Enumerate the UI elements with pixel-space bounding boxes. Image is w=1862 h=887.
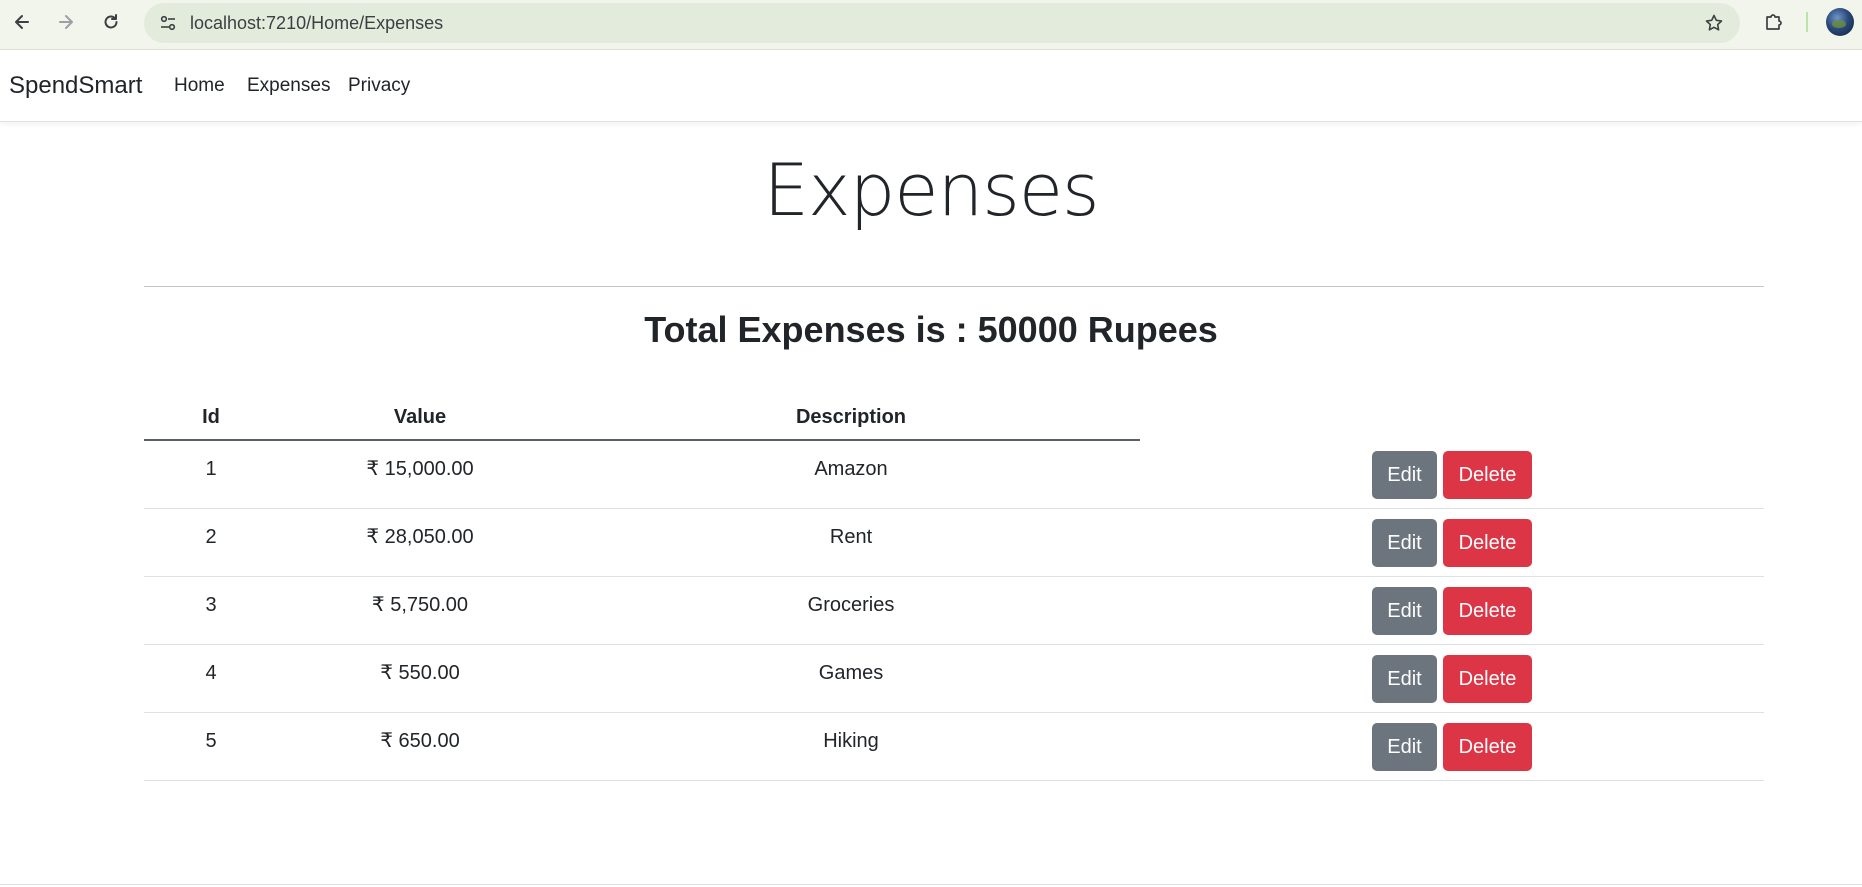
total-expenses-heading: Total Expenses is : 50000 Rupees <box>644 309 1218 350</box>
table-row: 3 ₹ 5,750.00 Groceries Edit Delete <box>144 577 1764 645</box>
column-header-description: Description <box>795 406 907 428</box>
row-description: Rent <box>829 526 873 548</box>
row-value: ₹ 650.00 <box>380 730 460 752</box>
row-value: ₹ 15,000.00 <box>366 458 474 480</box>
table-row: 2 ₹ 28,050.00 Rent Edit Delete <box>144 509 1764 577</box>
table-row: 1 ₹ 15,000.00 Amazon Edit Delete <box>144 441 1764 509</box>
column-header-id: Id <box>202 406 220 428</box>
row-id: 4 <box>205 662 217 684</box>
brand-link[interactable]: SpendSmart <box>9 50 142 122</box>
extensions-puzzle-icon[interactable] <box>1758 6 1790 38</box>
delete-button[interactable]: Delete <box>1443 655 1532 703</box>
profile-avatar[interactable] <box>1826 8 1854 36</box>
url-text[interactable]: localhost:7210/Home/Expenses <box>190 3 443 43</box>
edit-button[interactable]: Edit <box>1372 451 1437 499</box>
column-header-value: Value <box>393 406 447 428</box>
delete-button[interactable]: Delete <box>1443 587 1532 635</box>
edit-button[interactable]: Edit <box>1372 519 1437 567</box>
row-description: Hiking <box>823 730 879 752</box>
back-arrow-icon[interactable] <box>6 6 38 38</box>
app-navbar: SpendSmart Home Expenses Privacy <box>0 50 1862 122</box>
row-value: ₹ 5,750.00 <box>371 594 469 616</box>
browser-toolbar: localhost:7210/Home/Expenses <box>0 0 1862 50</box>
nav-link-expenses[interactable]: Expenses <box>247 50 330 122</box>
reload-icon[interactable] <box>95 6 127 38</box>
footer-divider <box>0 884 1862 885</box>
row-id: 5 <box>205 730 217 752</box>
delete-button[interactable]: Delete <box>1443 451 1532 499</box>
row-value: ₹ 28,050.00 <box>366 526 474 548</box>
site-info-icon[interactable] <box>154 9 182 37</box>
row-id: 1 <box>205 458 217 480</box>
bookmark-star-icon[interactable] <box>1700 9 1728 37</box>
row-description: Amazon <box>814 458 888 480</box>
delete-button[interactable]: Delete <box>1443 519 1532 567</box>
table-row: 5 ₹ 650.00 Hiking Edit Delete <box>144 713 1764 781</box>
toolbar-divider <box>1806 12 1808 32</box>
address-bar[interactable]: localhost:7210/Home/Expenses <box>144 3 1740 43</box>
edit-button[interactable]: Edit <box>1372 655 1437 703</box>
row-value: ₹ 550.00 <box>380 662 460 684</box>
row-description: Groceries <box>807 594 895 616</box>
divider <box>144 286 1764 287</box>
row-id: 2 <box>205 526 217 548</box>
row-id: 3 <box>205 594 217 616</box>
forward-arrow-icon[interactable] <box>50 6 82 38</box>
page-title: Expenses <box>763 148 1099 232</box>
delete-button[interactable]: Delete <box>1443 723 1532 771</box>
nav-link-privacy[interactable]: Privacy <box>348 50 410 122</box>
nav-link-home[interactable]: Home <box>174 50 225 122</box>
edit-button[interactable]: Edit <box>1372 587 1437 635</box>
edit-button[interactable]: Edit <box>1372 723 1437 771</box>
row-description: Games <box>818 662 884 684</box>
table-row: 4 ₹ 550.00 Games Edit Delete <box>144 645 1764 713</box>
